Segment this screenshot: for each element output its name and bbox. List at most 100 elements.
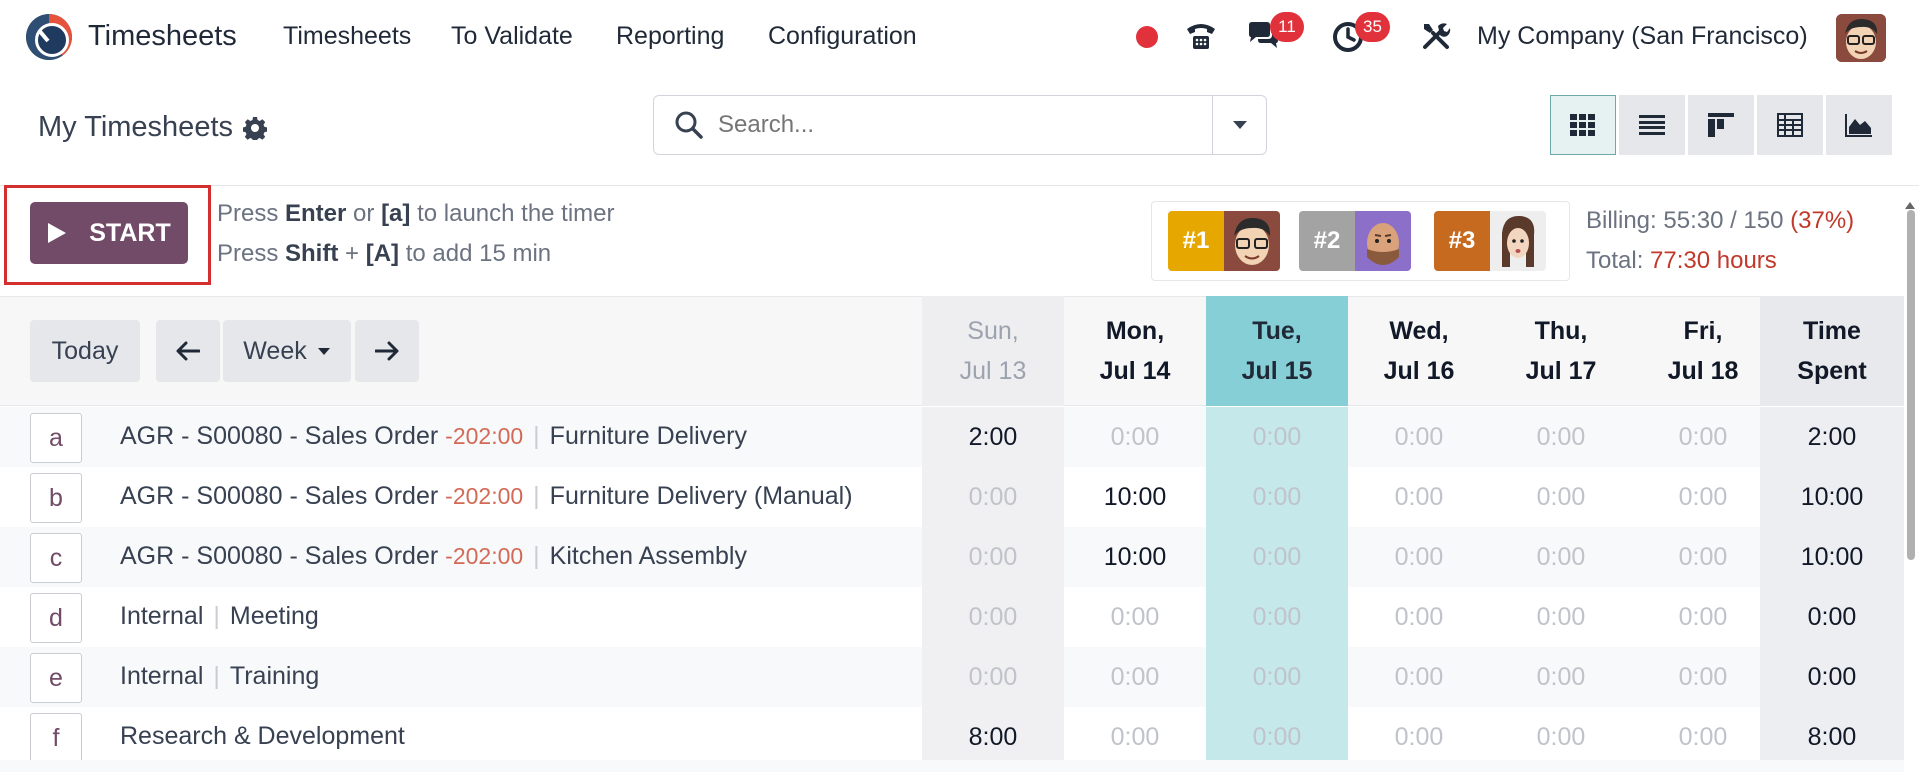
rank-label: #3 <box>1434 211 1490 271</box>
grid-cell[interactable]: 0:00 <box>1206 467 1348 527</box>
play-icon <box>48 223 67 243</box>
menu-reporting[interactable]: Reporting <box>616 22 724 51</box>
avatar <box>1355 211 1411 271</box>
next-week-button[interactable] <box>355 320 419 382</box>
grid-cell[interactable]: 8:00 <box>922 707 1064 767</box>
chat-count-badge: 11 <box>1270 12 1304 42</box>
row-shortcut-key[interactable]: e <box>30 653 82 703</box>
list-view-icon <box>1639 115 1665 135</box>
user-avatar[interactable] <box>1836 14 1886 62</box>
grid-cell[interactable]: 0:00 <box>1490 407 1632 467</box>
grid-cell[interactable]: 0:00 <box>922 467 1064 527</box>
top-navbar: Timesheets Timesheets To Validate Report… <box>0 0 1919 78</box>
grid-cell[interactable]: 10:00 <box>1064 527 1206 587</box>
row-label: AGR - S00080 - Sales Order -202:00 | Furni… <box>120 422 747 450</box>
row-label: AGR - S00080 - Sales Order -202:00 | Kitch… <box>120 542 747 570</box>
avatar <box>1224 211 1280 271</box>
grid-cell[interactable]: 0:00 <box>1490 707 1632 767</box>
grid-cell[interactable]: 0:00 <box>1632 407 1774 467</box>
phone-icon[interactable] <box>1183 18 1219 54</box>
grid-cell[interactable]: 0:00 <box>1632 527 1774 587</box>
grid-cell[interactable]: 0:00 <box>1632 647 1774 707</box>
column-header-sun: Sun, Jul 13 <box>922 296 1064 406</box>
grid-cell[interactable]: 0:00 <box>1206 407 1348 467</box>
grid-cell[interactable]: 0:00 <box>1064 647 1206 707</box>
grid-cell[interactable]: 2:00 <box>922 407 1064 467</box>
grid-cell[interactable]: 0:00 <box>1348 587 1490 647</box>
grid-cell[interactable]: 0:00 <box>1206 587 1348 647</box>
kanban-view-button[interactable] <box>1688 95 1754 155</box>
total-hours: Total: 77:30 hours <box>1586 247 1777 274</box>
grid-cell[interactable]: 0:00 <box>1490 587 1632 647</box>
divider <box>0 185 1919 186</box>
grid-cell[interactable]: 0:00 <box>1206 647 1348 707</box>
grid-cell[interactable]: 0:00 <box>1348 527 1490 587</box>
activity-count-badge: 35 <box>1355 12 1390 42</box>
previous-week-button[interactable] <box>156 320 220 382</box>
list-view-button[interactable] <box>1619 95 1685 155</box>
grid-cell[interactable]: 0:00 <box>922 587 1064 647</box>
row-shortcut-key[interactable]: c <box>30 533 82 583</box>
pivot-view-button[interactable] <box>1757 95 1823 155</box>
grid-cell[interactable]: 0:00 <box>1348 647 1490 707</box>
arrow-left-icon <box>176 341 200 361</box>
grid-cell[interactable]: 0:00 <box>1348 467 1490 527</box>
period-dropdown[interactable]: Week <box>223 320 351 382</box>
grid-cell[interactable]: 0:00 <box>922 647 1064 707</box>
today-button[interactable]: Today <box>30 320 140 382</box>
leaderboard-rank-3[interactable]: #3 <box>1434 211 1546 271</box>
grid-cell[interactable]: 0:00 <box>1206 527 1348 587</box>
search-options-toggle[interactable] <box>1212 96 1266 154</box>
grid-cell[interactable]: 0:00 <box>1064 407 1206 467</box>
column-header-tue-today: Tue, Jul 15 <box>1206 296 1348 406</box>
grid-cell[interactable]: 0:00 <box>1064 587 1206 647</box>
grid-cell[interactable]: 0:00 <box>1490 527 1632 587</box>
search-input[interactable] <box>718 111 1158 139</box>
grid-cell[interactable]: 0:00 <box>1632 707 1774 767</box>
row-shortcut-key[interactable]: b <box>30 473 82 523</box>
pivot-view-icon <box>1777 113 1803 137</box>
menu-timesheets[interactable]: Timesheets <box>283 22 411 51</box>
row-shortcut-key[interactable]: a <box>30 413 82 463</box>
company-switcher[interactable]: My Company (San Francisco) <box>1477 22 1808 51</box>
menu-to-validate[interactable]: To Validate <box>451 22 573 51</box>
page-title: My Timesheets <box>38 111 267 144</box>
row-label: AGR - S00080 - Sales Order -202:00 | Furni… <box>120 482 853 510</box>
timer-hint-shift: Press Shift + [A] to add 15 min <box>217 240 552 267</box>
grid-cell[interactable]: 10:00 <box>1064 467 1206 527</box>
grid-cell[interactable]: 0:00 <box>1348 707 1490 767</box>
grid-cell[interactable]: 0:00 <box>1490 467 1632 527</box>
grid-cell[interactable]: 0:00 <box>1632 587 1774 647</box>
scroll-thumb[interactable] <box>1907 210 1915 560</box>
graph-view-button[interactable] <box>1826 95 1892 155</box>
grid-view-button[interactable] <box>1550 95 1616 155</box>
caret-down-icon <box>1232 121 1247 129</box>
app-title[interactable]: Timesheets <box>88 20 237 53</box>
rank-label: #2 <box>1299 211 1355 271</box>
billing-rate: Billing: 55:30 / 150 (37%) <box>1586 207 1855 234</box>
recording-dot-icon[interactable] <box>1136 26 1158 48</box>
row-shortcut-key[interactable]: f <box>30 713 82 763</box>
grid-cell[interactable]: 0:00 <box>1206 707 1348 767</box>
leaderboard-rank-1[interactable]: #1 <box>1168 211 1280 271</box>
row-total: 0:00 <box>1760 587 1904 647</box>
grid-cell[interactable]: 0:00 <box>1348 407 1490 467</box>
menu-configuration[interactable]: Configuration <box>768 22 917 51</box>
table-row: e Internal | Training 0:00 0:00 0:00 0:00 … <box>0 647 1904 707</box>
tools-icon[interactable] <box>1418 18 1454 54</box>
gear-icon[interactable] <box>243 116 267 140</box>
start-timer-button[interactable]: START <box>30 202 188 264</box>
row-total: 10:00 <box>1760 467 1904 527</box>
row-total: 10:00 <box>1760 527 1904 587</box>
timesheets-logo-icon[interactable] <box>26 14 72 60</box>
timer-hint-enter: Press Enter or [a] to launch the timer <box>217 200 615 227</box>
row-label: Internal | Training <box>120 662 320 690</box>
table-row: d Internal | Meeting 0:00 0:00 0:00 0:00 0… <box>0 587 1904 647</box>
leaderboard-rank-2[interactable]: #2 <box>1299 211 1411 271</box>
grid-cell[interactable]: 0:00 <box>1064 707 1206 767</box>
grid-cell[interactable]: 0:00 <box>922 527 1064 587</box>
grid-cell[interactable]: 0:00 <box>1490 647 1632 707</box>
row-shortcut-key[interactable]: d <box>30 593 82 643</box>
table-row: b AGR - S00080 - Sales Order -202:00 | Fur… <box>0 467 1904 527</box>
grid-cell[interactable]: 0:00 <box>1632 467 1774 527</box>
